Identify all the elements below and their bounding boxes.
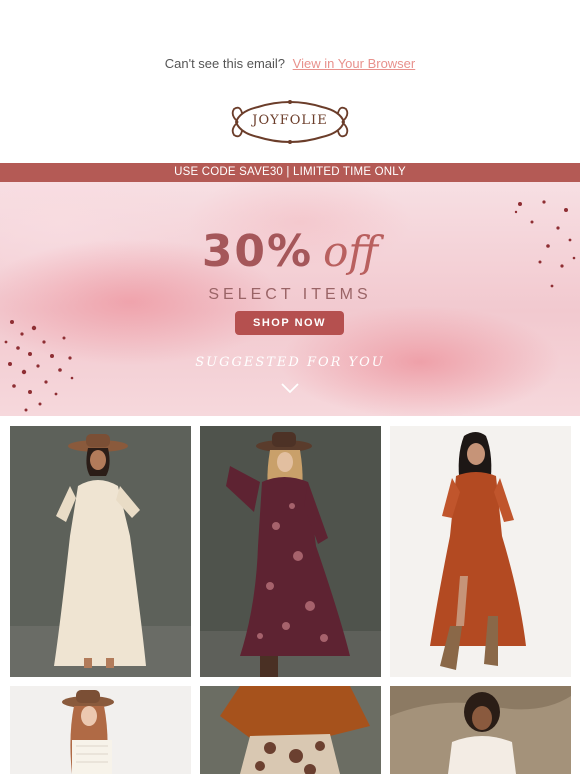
- product-card-6[interactable]: [390, 686, 571, 774]
- promo-bar: USE CODE SAVE30 | LIMITED TIME ONLY: [0, 163, 580, 182]
- hero-percent: 30%: [201, 226, 314, 277]
- preheader-text: Can't see this email?: [164, 56, 286, 71]
- product-card-2[interactable]: [200, 426, 381, 677]
- suggested-heading: SUGGESTED FOR YOU: [195, 355, 385, 370]
- product-card-4[interactable]: [10, 686, 191, 774]
- brand-logo[interactable]: JOYFOLIE: [228, 97, 352, 147]
- product-image: [200, 686, 381, 774]
- product-image: [390, 686, 571, 774]
- product-image: [200, 426, 381, 677]
- logo-text: JOYFOLIE: [252, 113, 328, 128]
- product-image: [390, 426, 571, 677]
- hero-off: off: [323, 227, 379, 276]
- product-card-1[interactable]: [10, 426, 191, 677]
- view-in-browser-link[interactable]: View in Your Browser: [293, 56, 416, 71]
- shop-now-button[interactable]: SHOP NOW: [235, 311, 344, 335]
- product-image: [10, 426, 191, 677]
- product-card-3[interactable]: [390, 426, 571, 677]
- product-image: [10, 686, 191, 774]
- hero-subtitle: SELECT ITEMS: [208, 286, 372, 303]
- chevron-down-icon: [281, 383, 299, 394]
- hero-discount-heading: 30% off: [0, 226, 580, 277]
- hero-banner[interactable]: 30% off SELECT ITEMS SHOP NOW SUGGESTED F…: [0, 182, 580, 416]
- product-card-5[interactable]: [200, 686, 381, 774]
- preheader: Can't see this email? View in Your Brows…: [0, 56, 580, 71]
